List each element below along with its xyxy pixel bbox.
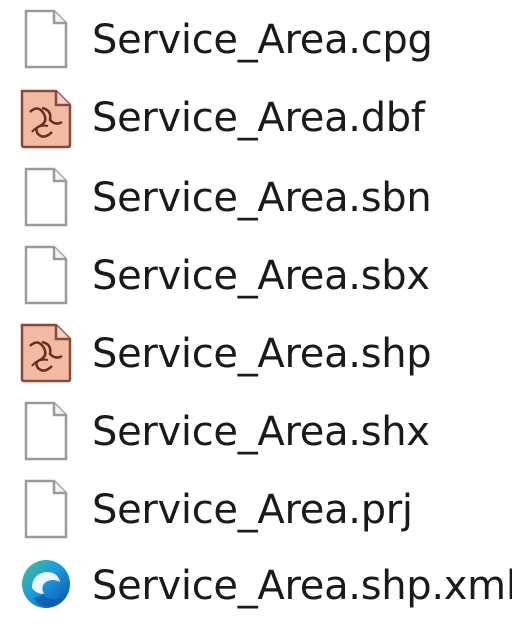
file-name: Service_Area.sbn xyxy=(92,175,432,221)
file-row-shp[interactable]: Service_Area.shp xyxy=(0,316,512,394)
file-row-shx[interactable]: Service_Area.shx xyxy=(0,394,512,472)
file-row-cpg[interactable]: Service_Area.cpg xyxy=(0,4,512,82)
blank-file-icon xyxy=(18,244,74,306)
file-name: Service_Area.dbf xyxy=(92,95,425,141)
file-name: Service_Area.prj xyxy=(92,487,413,533)
file-name: Service_Area.cpg xyxy=(92,17,433,63)
file-name: Service_Area.shp xyxy=(92,331,432,377)
file-row-shp-xml[interactable]: Service_Area.shp.xml xyxy=(0,546,512,624)
file-name: Service_Area.shx xyxy=(92,409,430,455)
file-name: Service_Area.sbx xyxy=(92,253,430,299)
arcgis-file-icon xyxy=(18,88,74,150)
blank-file-icon xyxy=(18,478,74,540)
file-row-sbx[interactable]: Service_Area.sbx xyxy=(0,238,512,316)
edge-browser-icon xyxy=(18,552,74,614)
file-name: Service_Area.shp.xml xyxy=(92,563,512,609)
blank-file-icon xyxy=(18,8,74,70)
arcgis-file-icon xyxy=(18,322,74,384)
file-row-dbf[interactable]: Service_Area.dbf xyxy=(0,82,512,160)
blank-file-icon xyxy=(18,166,74,228)
file-row-sbn[interactable]: Service_Area.sbn xyxy=(0,160,512,238)
file-row-prj[interactable]: Service_Area.prj xyxy=(0,472,512,550)
file-list: Service_Area.cpg Service_Area.dbf Servic… xyxy=(0,0,512,616)
blank-file-icon xyxy=(18,400,74,462)
